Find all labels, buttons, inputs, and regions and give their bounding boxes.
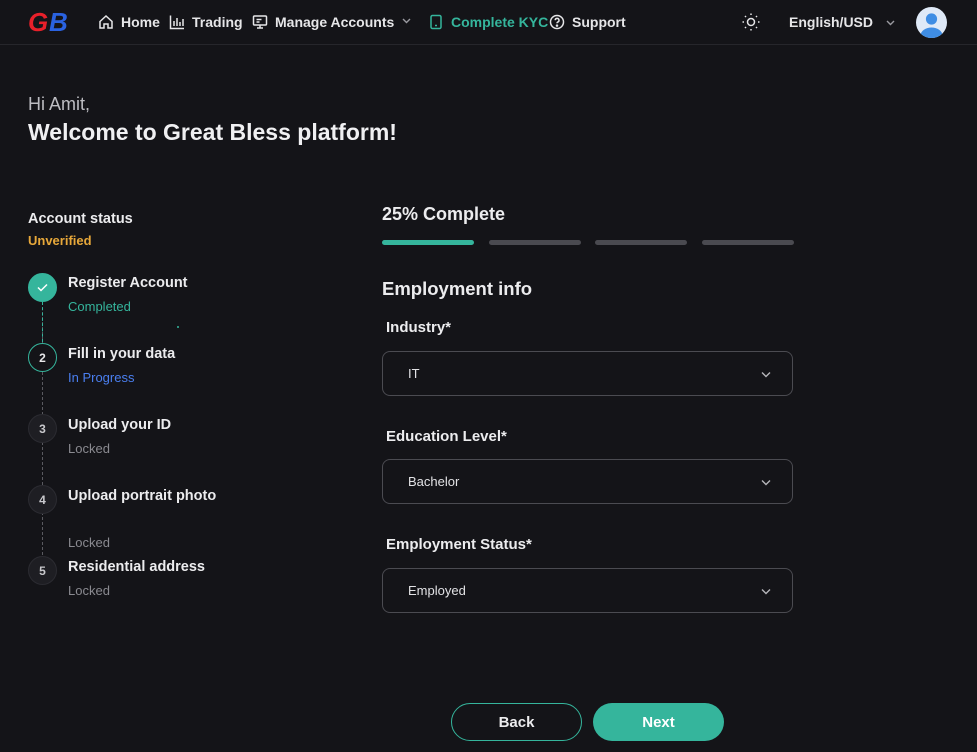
nav-trading-label: Trading [192, 14, 243, 30]
step-3-status: Locked [68, 441, 110, 456]
chart-bars-icon [169, 15, 184, 30]
step-2-title: Fill in your data [68, 346, 176, 362]
chevron-down-icon[interactable] [401, 15, 412, 26]
account-status-value: Unverified [28, 233, 92, 248]
svg-text:B: B [49, 9, 68, 35]
nav-complete-kyc-label: Complete KYC [451, 14, 549, 30]
step-5-number: 5 [28, 556, 57, 585]
progress-segment-2 [489, 240, 581, 245]
stepper-connector-completed [42, 302, 43, 342]
nav-complete-kyc[interactable]: Complete KYC [428, 12, 548, 32]
education-level-value: Bachelor [408, 474, 460, 489]
sun-icon[interactable] [741, 12, 761, 32]
home-icon [99, 14, 113, 29]
step-2-status: In Progress [68, 370, 135, 385]
step-2-number: 2 [28, 343, 57, 372]
chevron-down-icon [761, 372, 771, 378]
step-4-status: Locked [68, 535, 110, 550]
section-title: Employment info [382, 278, 533, 299]
chevron-down-icon [886, 20, 895, 25]
education-level-label: Education Level* [386, 428, 507, 445]
progress-label: 25% Complete [382, 204, 506, 224]
nav-home[interactable]: Home [98, 12, 160, 32]
nav-support[interactable]: Support [549, 12, 626, 32]
step-5-status: Locked [68, 583, 110, 598]
employment-status-select[interactable]: Employed [382, 568, 793, 613]
step-3-number: 3 [28, 414, 57, 443]
nav-manage-accounts-label: Manage Accounts [275, 14, 395, 30]
greeting-hi: Hi Amit, [28, 94, 91, 114]
nav-manage-accounts[interactable]: Manage Accounts [252, 12, 394, 32]
back-button[interactable]: Back [451, 703, 582, 741]
svg-text:G: G [28, 9, 48, 35]
step-1-title: Register Account [68, 275, 188, 291]
progress-segment-4 [702, 240, 794, 245]
employment-status-value: Employed [408, 583, 466, 598]
page-title: Welcome to Great Bless platform! [28, 119, 397, 145]
step-1-check-icon [28, 273, 57, 302]
phone-icon [430, 14, 442, 30]
industry-select[interactable]: IT [382, 351, 793, 396]
account-status-label: Account status [28, 211, 133, 227]
education-level-select[interactable]: Bachelor [382, 459, 793, 504]
step-4-number: 4 [28, 485, 57, 514]
nav-trading[interactable]: Trading [169, 12, 243, 32]
step-3-title: Upload your ID [68, 417, 172, 433]
nav-home-label: Home [121, 14, 160, 30]
nav-support-label: Support [572, 14, 626, 30]
chevron-down-icon [761, 589, 771, 595]
progress-segment-3 [595, 240, 687, 245]
industry-label: Industry* [386, 319, 452, 336]
step-1-status: Completed [68, 299, 131, 314]
employment-status-label: Employment Status* [386, 536, 532, 553]
next-button[interactable]: Next [593, 703, 724, 741]
decorative-dot [177, 326, 179, 328]
top-nav: G B Home Trading Manage Accounts Complet… [0, 0, 977, 45]
language-selector[interactable]: English/USD [789, 12, 896, 32]
monitor-icon [252, 15, 268, 29]
avatar[interactable] [916, 7, 947, 38]
step-4-title: Upload portrait photo [68, 488, 217, 504]
help-circle-icon [549, 14, 565, 30]
step-5-title: Residential address [68, 559, 205, 575]
chevron-down-icon [761, 480, 771, 486]
industry-value: IT [408, 366, 420, 381]
progress-segment-1 [382, 240, 474, 245]
gb-logo[interactable]: G B [28, 9, 76, 35]
language-label: English/USD [789, 14, 874, 30]
